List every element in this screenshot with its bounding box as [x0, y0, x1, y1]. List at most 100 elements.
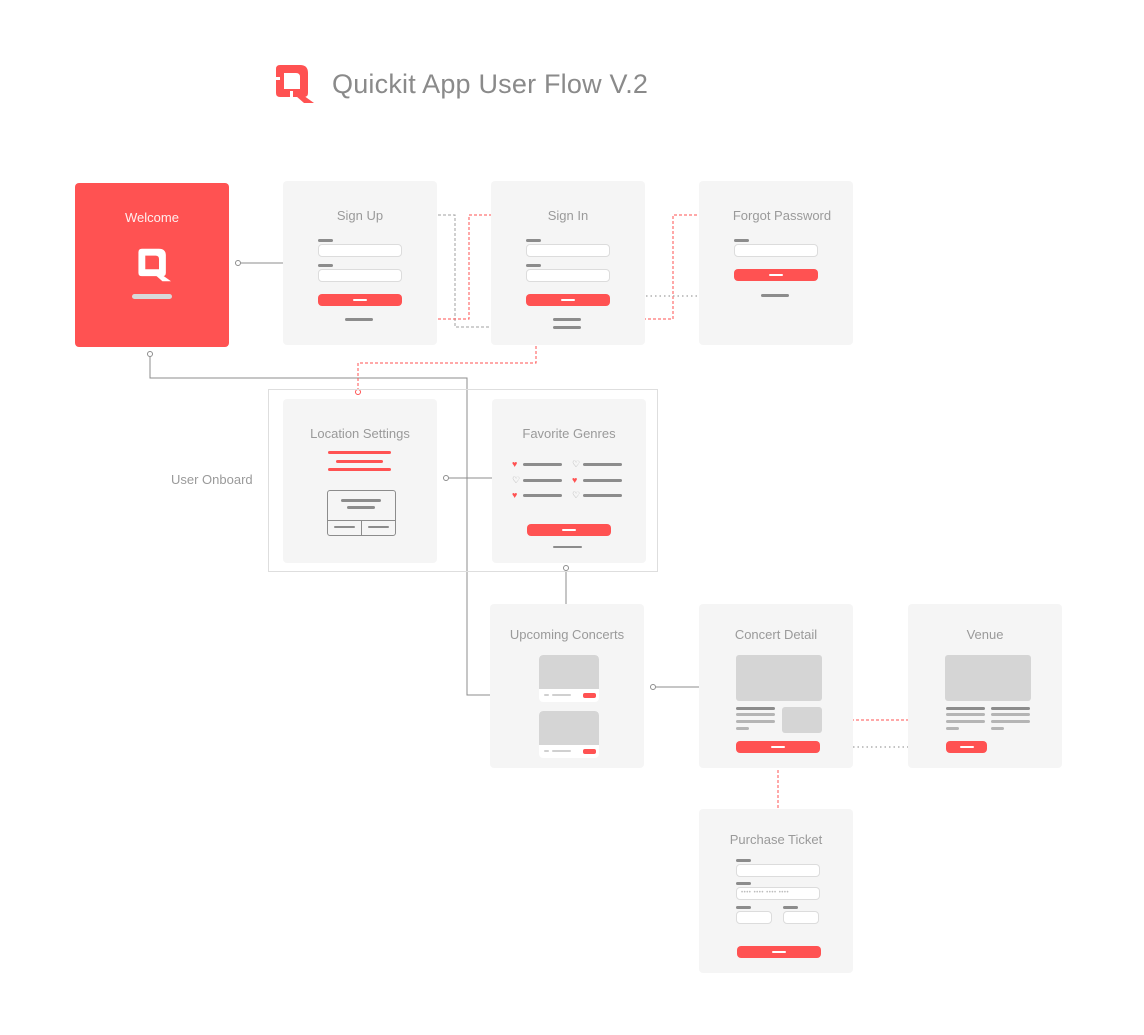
genre-name	[583, 494, 622, 497]
screen-title: Welcome	[125, 210, 179, 225]
screen-title: Forgot Password	[732, 208, 832, 223]
venue-text	[991, 727, 1004, 730]
screen-title: Upcoming Concerts	[509, 627, 625, 642]
dialog-deny-button[interactable]	[334, 526, 355, 528]
detail-text	[736, 720, 775, 723]
field-label	[734, 239, 749, 242]
back-button[interactable]	[946, 741, 987, 753]
venue-text	[946, 720, 985, 723]
screen-title: Purchase Ticket	[729, 832, 823, 847]
expiry-field[interactable]	[736, 911, 772, 924]
screen-title: Favorite Genres	[522, 426, 616, 441]
screen-title: Sign In	[547, 208, 589, 223]
screen-title: Location Settings	[310, 426, 410, 441]
venue-text	[991, 713, 1030, 716]
submit-button[interactable]	[318, 294, 402, 306]
venue-text	[946, 727, 959, 730]
genre-name	[523, 494, 562, 497]
skip-link[interactable]	[553, 546, 582, 548]
concert-hero-image	[736, 655, 822, 701]
screen-sign-in[interactable]: Sign In	[491, 181, 645, 345]
input-field[interactable]	[318, 244, 402, 257]
back-link[interactable]	[761, 294, 789, 297]
forgot-password-link[interactable]	[553, 318, 581, 321]
submit-button[interactable]	[526, 294, 610, 306]
concert-meta	[552, 750, 571, 752]
concert-meta	[544, 750, 549, 752]
genre-name	[583, 463, 622, 466]
text-line	[328, 451, 391, 454]
field-label	[736, 882, 751, 885]
screen-title: Venue	[966, 627, 1004, 642]
connector-node	[650, 684, 656, 690]
heart-filled-icon[interactable]: ♥	[512, 491, 517, 500]
buy-ticket-button[interactable]	[736, 741, 820, 753]
concert-image	[539, 655, 599, 689]
purchase-button[interactable]	[737, 946, 821, 958]
screen-concert-detail[interactable]: Concert Detail	[699, 604, 853, 768]
input-field[interactable]	[734, 244, 818, 257]
input-field[interactable]	[526, 244, 610, 257]
venue-text	[991, 707, 1030, 710]
screen-title: Concert Detail	[734, 627, 818, 642]
screen-purchase-ticket[interactable]: Purchase Ticket •••• •••• •••• ••••	[699, 809, 853, 973]
field-label	[526, 264, 541, 267]
genre-name	[523, 463, 562, 466]
permission-dialog	[327, 490, 396, 536]
card-number-field[interactable]: •••• •••• •••• ••••	[736, 887, 820, 900]
field-label	[783, 906, 798, 909]
submit-button[interactable]	[734, 269, 818, 281]
quickit-q-logo-icon	[138, 248, 171, 282]
cvv-field[interactable]	[783, 911, 819, 924]
heart-filled-icon[interactable]: ♥	[512, 460, 517, 469]
concert-card[interactable]	[539, 711, 599, 758]
screen-sign-up[interactable]: Sign Up	[283, 181, 437, 345]
field-label	[736, 859, 751, 862]
input-field[interactable]	[318, 269, 402, 282]
venue-thumbnail[interactable]	[782, 707, 822, 733]
venue-text	[946, 707, 985, 710]
buy-button[interactable]	[583, 693, 596, 698]
dialog-allow-button[interactable]	[368, 526, 389, 528]
text-line	[336, 460, 383, 463]
field-label	[318, 239, 333, 242]
dialog-divider	[361, 520, 362, 535]
genre-name	[523, 479, 562, 482]
text-line	[328, 468, 391, 471]
concert-meta	[552, 694, 571, 696]
concert-meta	[544, 694, 549, 696]
venue-image	[945, 655, 1031, 701]
screen-title: Sign Up	[336, 208, 384, 223]
genre-name	[583, 479, 622, 482]
field-label	[318, 264, 333, 267]
connector-node	[235, 260, 241, 266]
buy-button[interactable]	[583, 749, 596, 754]
heart-filled-icon[interactable]: ♥	[572, 476, 577, 485]
detail-text	[736, 707, 775, 710]
concert-image	[539, 711, 599, 745]
card-number-placeholder: •••• •••• •••• ••••	[741, 890, 790, 896]
connector-node	[147, 351, 153, 357]
heart-outline-icon[interactable]: ♡	[572, 460, 580, 469]
venue-text	[991, 720, 1030, 723]
continue-button[interactable]	[527, 524, 611, 536]
screen-location-settings[interactable]: Location Settings	[283, 399, 437, 563]
dialog-text	[341, 499, 381, 502]
input-field[interactable]	[526, 269, 610, 282]
screen-upcoming-concerts[interactable]: Upcoming Concerts	[490, 604, 644, 768]
heart-outline-icon[interactable]: ♡	[512, 476, 520, 485]
dialog-text	[347, 506, 375, 509]
heart-outline-icon[interactable]: ♡	[572, 491, 580, 500]
sign-up-link[interactable]	[553, 326, 581, 329]
screen-favorite-genres[interactable]: Favorite Genres ♥ ♡ ♡ ♥ ♥ ♡	[492, 399, 646, 563]
screen-forgot-password[interactable]: Forgot Password	[699, 181, 853, 345]
venue-text	[946, 713, 985, 716]
name-field[interactable]	[736, 864, 820, 877]
detail-text	[736, 727, 749, 730]
screen-welcome[interactable]: Welcome	[75, 183, 229, 347]
loading-bar	[132, 294, 172, 299]
sign-in-link[interactable]	[345, 318, 373, 321]
screen-venue[interactable]: Venue	[908, 604, 1062, 768]
field-label	[526, 239, 541, 242]
concert-card[interactable]	[539, 655, 599, 702]
